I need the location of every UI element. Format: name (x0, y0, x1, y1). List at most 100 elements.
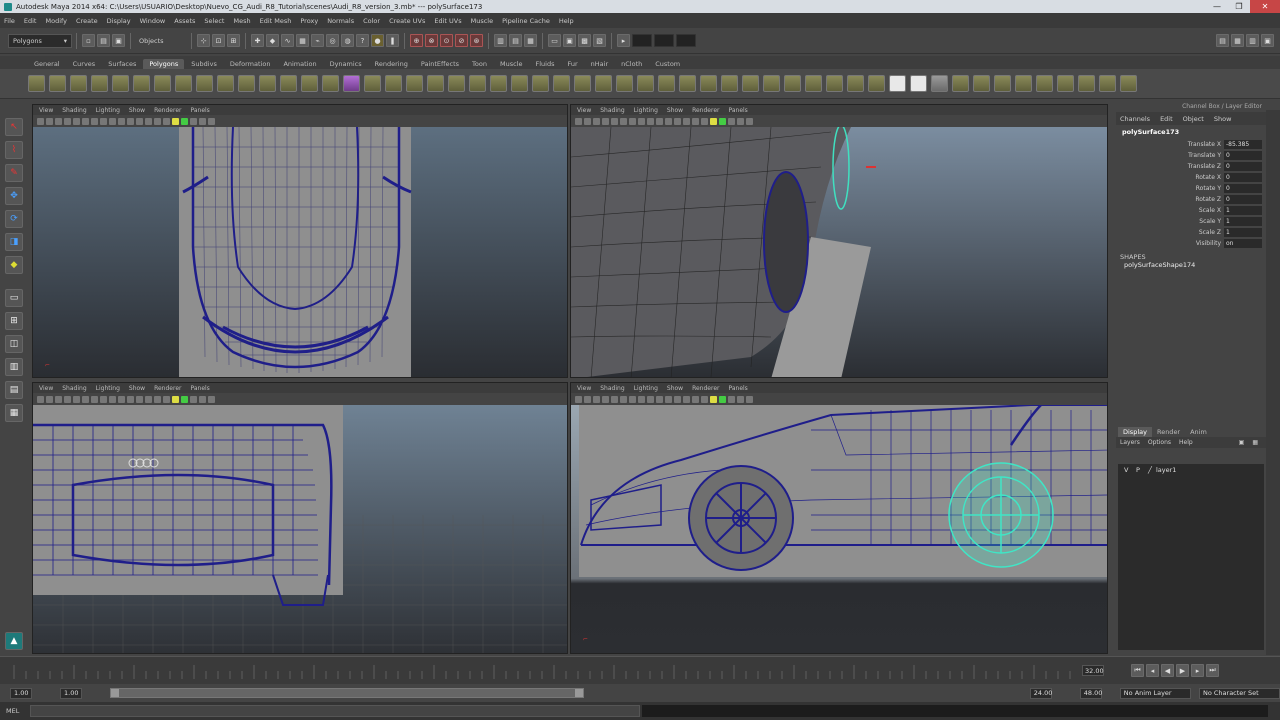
field-chart-icon[interactable] (109, 395, 116, 403)
camera-icon[interactable] (575, 395, 582, 403)
grid-icon[interactable] (611, 117, 618, 125)
input-line-field[interactable] (632, 34, 652, 47)
harden-edge-icon[interactable] (826, 75, 843, 92)
attribute-row[interactable]: Scale Z1 (1116, 227, 1266, 238)
freeze-transforms-icon[interactable] (1099, 75, 1116, 92)
ambient-occlusion-icon[interactable] (719, 117, 726, 125)
render-view-icon[interactable]: ▭ (548, 34, 561, 47)
mirror-geometry-icon[interactable] (385, 75, 402, 92)
poly-sphere-icon[interactable] (28, 75, 45, 92)
safe-action-icon[interactable] (656, 117, 663, 125)
booleans-icon[interactable] (343, 75, 360, 92)
gate-mask-icon[interactable] (100, 117, 107, 125)
wireframe-icon[interactable] (665, 117, 672, 125)
textured-icon[interactable] (692, 117, 699, 125)
viewport-canvas[interactable] (571, 127, 1107, 377)
attribute-value[interactable]: 0 (1224, 184, 1262, 193)
wireframe-on-shaded-icon[interactable] (145, 395, 152, 403)
tab-polygons[interactable]: Polygons (143, 59, 185, 69)
attribute-row[interactable]: Scale Y1 (1116, 216, 1266, 227)
camera-attributes-icon[interactable] (46, 117, 53, 125)
tab-animation[interactable]: Animation (277, 59, 322, 69)
menu-normals[interactable]: Normals (327, 17, 354, 25)
viewport-menu-show[interactable]: Show (667, 107, 683, 114)
xray-icon[interactable] (190, 117, 197, 125)
textured-icon[interactable] (154, 117, 161, 125)
xray-icon[interactable] (190, 395, 197, 403)
viewport-menu-show[interactable]: Show (667, 385, 683, 392)
bevel-icon[interactable] (700, 75, 717, 92)
merge-to-center-icon[interactable] (658, 75, 675, 92)
tab-anim[interactable]: Anim (1185, 427, 1212, 437)
wireframe-on-shaded-icon[interactable] (145, 117, 152, 125)
layer-visibility-toggle[interactable]: V (1124, 466, 1136, 474)
poly-plane-icon[interactable] (112, 75, 129, 92)
attribute-value[interactable]: 0 (1224, 162, 1262, 171)
wedge-face-icon[interactable] (595, 75, 612, 92)
highlight-selection-icon[interactable]: ❚ (386, 34, 399, 47)
attribute-row[interactable]: Rotate X0 (1116, 172, 1266, 183)
chamfer-vertex-icon[interactable] (721, 75, 738, 92)
wireframe-on-shaded-icon[interactable] (683, 395, 690, 403)
mask-surfaces-icon[interactable]: ▦ (296, 34, 309, 47)
viewport-menu-shading[interactable]: Shading (600, 385, 624, 392)
menu-assets[interactable]: Assets (174, 17, 195, 25)
history-delete-icon[interactable] (1078, 75, 1095, 92)
tab-fluids[interactable]: Fluids (529, 59, 560, 69)
poly-platonic-icon[interactable] (259, 75, 276, 92)
poly-cylinder-icon[interactable] (70, 75, 87, 92)
add-divisions-icon[interactable] (553, 75, 570, 92)
backface-culling-icon[interactable] (208, 395, 215, 403)
range-handle-start[interactable] (111, 689, 119, 697)
select-tool-icon[interactable]: ↖ (5, 118, 23, 136)
bookmark-icon[interactable] (55, 117, 62, 125)
input-line-icon[interactable]: ▸ (617, 34, 630, 47)
viewport-menu-view[interactable]: View (39, 385, 53, 392)
attribute-value[interactable]: 0 (1224, 195, 1262, 204)
menu-mesh[interactable]: Mesh (233, 17, 250, 25)
shadows-icon[interactable] (710, 117, 717, 125)
lock-selection-icon[interactable]: ● (371, 34, 384, 47)
menu-help[interactable]: Help (559, 17, 574, 25)
ambient-occlusion-icon[interactable] (719, 395, 726, 403)
time-slider[interactable]: 32.00 ⏮ ◂ ◀ ▶ ▸ ⏭ (0, 656, 1280, 684)
menu-pipeline-cache[interactable]: Pipeline Cache (502, 17, 550, 25)
viewport-menu-renderer[interactable]: Renderer (154, 385, 181, 392)
menu-display[interactable]: Display (107, 17, 131, 25)
poly-pyramid-icon[interactable] (175, 75, 192, 92)
viewport-canvas[interactable] (33, 405, 567, 653)
menu-edit-mesh[interactable]: Edit Mesh (260, 17, 292, 25)
poly-cone-icon[interactable] (91, 75, 108, 92)
mask-handles-icon[interactable]: ✚ (251, 34, 264, 47)
mask-rendering-icon[interactable]: ◍ (341, 34, 354, 47)
mask-misc-icon[interactable]: ? (356, 34, 369, 47)
tab-rendering[interactable]: Rendering (369, 59, 414, 69)
use-lights-icon[interactable] (163, 117, 170, 125)
mel-icon[interactable]: ▲ (5, 632, 23, 650)
tab-render[interactable]: Render (1152, 427, 1185, 437)
xray-icon[interactable] (728, 395, 735, 403)
extract-icon[interactable] (322, 75, 339, 92)
command-input[interactable] (30, 705, 640, 717)
poly-soccer-ball-icon[interactable] (238, 75, 255, 92)
textured-icon[interactable] (154, 395, 161, 403)
field-chart-icon[interactable] (647, 117, 654, 125)
image-plane-icon[interactable] (602, 117, 609, 125)
wireframe-icon[interactable] (665, 395, 672, 403)
layer-playback-toggle[interactable]: P (1136, 466, 1148, 474)
attribute-value[interactable]: 1 (1224, 217, 1262, 226)
viewport-front[interactable]: View Shading Lighting Show Renderer Pane… (32, 382, 568, 654)
wireframe-icon[interactable] (127, 117, 134, 125)
resolution-gate-icon[interactable] (629, 395, 636, 403)
film-gate-icon[interactable] (82, 117, 89, 125)
sew-uv-icon[interactable] (973, 75, 990, 92)
tab-nhair[interactable]: nHair (585, 59, 614, 69)
menu-edit[interactable]: Edit (24, 17, 37, 25)
paint-select-icon[interactable] (1057, 75, 1074, 92)
sculpt-geometry-icon[interactable] (1036, 75, 1053, 92)
use-lights-icon[interactable] (163, 395, 170, 403)
quadrangulate-icon[interactable] (784, 75, 801, 92)
viewport-top[interactable]: View Shading Lighting Show Renderer Pane… (32, 104, 568, 378)
poly-pipe-icon[interactable] (196, 75, 213, 92)
viewport-menu-show[interactable]: Show (129, 107, 145, 114)
